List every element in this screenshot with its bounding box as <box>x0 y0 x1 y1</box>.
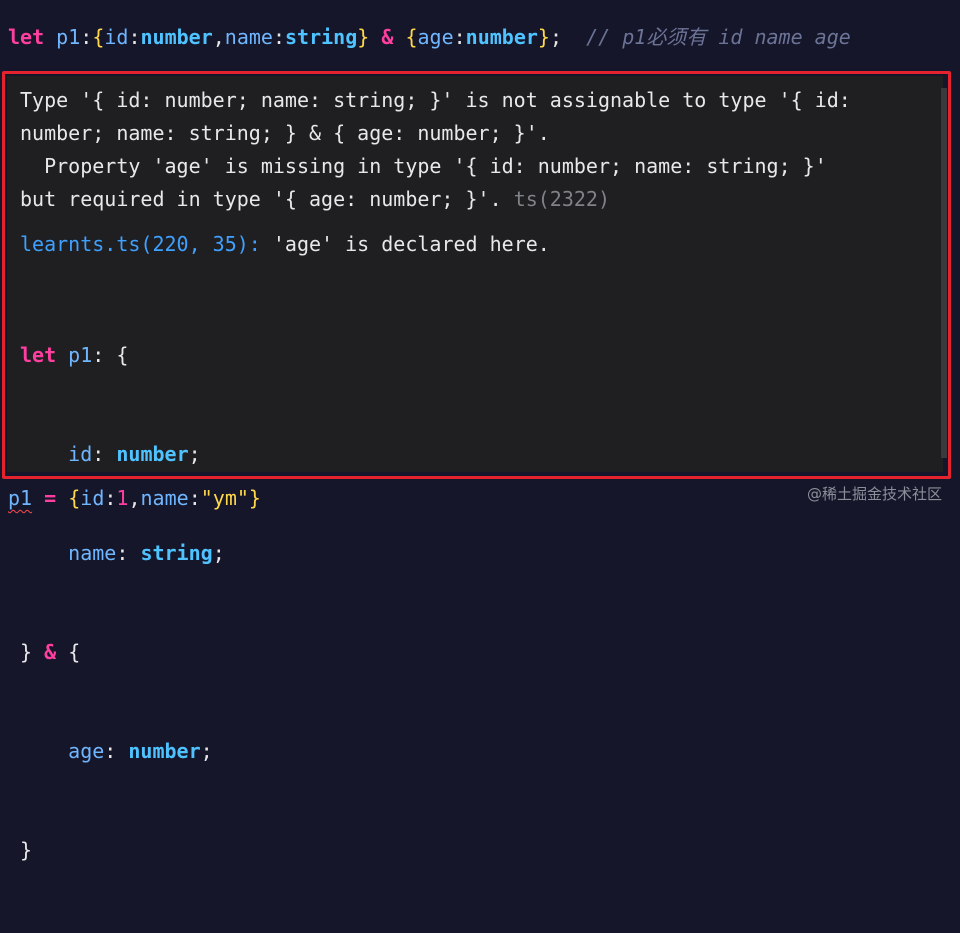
code-comment: // p1必须有 id name age <box>586 25 851 49</box>
string-literal: "ym" <box>200 486 249 510</box>
prop-age: age <box>68 739 105 763</box>
brace-open: { <box>405 25 418 49</box>
watermark: @稀土掘金技术社区 <box>806 485 942 503</box>
brace-open: { <box>68 486 81 510</box>
colon: : <box>188 486 201 510</box>
related-text: 'age' is declared here. <box>272 232 550 256</box>
signature-line: age: number; <box>20 735 931 768</box>
colon: : <box>116 541 129 565</box>
error-message-line: number; name: string; } & { age: number;… <box>20 121 550 145</box>
prop-id: id <box>104 25 129 49</box>
prop-name: name <box>224 25 273 49</box>
prop-id: id <box>68 442 93 466</box>
signature-line: } <box>20 834 931 867</box>
variable-p1[interactable]: p1 <box>56 25 80 49</box>
colon: : <box>453 25 466 49</box>
type-number: number <box>116 442 189 466</box>
code-line-declaration[interactable]: let p1:{id:number,name:string} & {age:nu… <box>8 23 851 51</box>
semicolon: ; <box>200 739 213 763</box>
related-location-link[interactable]: learnts.ts(220, 35): <box>20 232 261 256</box>
brace-close: } <box>537 25 550 49</box>
error-message-line: but required in type '{ age: number; }'.… <box>20 183 931 216</box>
signature-line: } & { <box>20 636 931 669</box>
semicolon: ; <box>549 25 563 49</box>
brace-open: { <box>92 25 105 49</box>
prop-name: name <box>68 541 117 565</box>
prop-name: name <box>140 486 189 510</box>
colon: : <box>92 343 105 367</box>
variable-p1-error[interactable]: p1 <box>8 486 32 510</box>
signature-line: name: string; <box>20 537 931 570</box>
type-signature: let p1: { id: number; name: string; } & … <box>20 273 931 933</box>
prop-age: age <box>417 25 454 49</box>
keyword-let: let <box>8 25 45 49</box>
error-message-line: Type '{ id: number; name: string; }' is … <box>20 88 851 112</box>
prop-id: id <box>80 486 105 510</box>
colon: : <box>128 25 141 49</box>
comma: , <box>212 25 225 49</box>
tooltip-scrollbar[interactable] <box>941 88 947 458</box>
signature-line: id: number; <box>20 438 931 471</box>
brace-close: } <box>20 640 33 664</box>
intersection-operator: & <box>381 25 394 49</box>
brace-close: } <box>357 25 370 49</box>
comma: , <box>128 486 141 510</box>
intersection-operator: & <box>44 640 57 664</box>
variable-p1: p1 <box>68 343 93 367</box>
error-code: ts(2322) <box>513 187 611 211</box>
error-hover-tooltip[interactable]: Type '{ id: number; name: string; }' is … <box>7 76 943 862</box>
type-number: number <box>465 25 538 49</box>
signature-line: let p1: { <box>20 339 931 372</box>
colon: : <box>80 25 93 49</box>
colon: : <box>104 486 117 510</box>
colon: : <box>104 739 117 763</box>
brace-close: } <box>248 486 261 510</box>
brace-open: { <box>116 343 129 367</box>
brace-open: { <box>68 640 81 664</box>
type-string: string <box>140 541 213 565</box>
type-string: string <box>285 25 358 49</box>
semicolon: ; <box>188 442 201 466</box>
assignment-operator: = <box>44 486 57 510</box>
type-number: number <box>128 739 201 763</box>
semicolon: ; <box>212 541 225 565</box>
code-line-assignment[interactable]: p1 = {id:1,name:"ym"} <box>8 484 261 512</box>
related-information: learnts.ts(220, 35): 'age' is declared h… <box>20 228 931 261</box>
number-literal: 1 <box>116 486 129 510</box>
colon: : <box>92 442 105 466</box>
brace-close: } <box>20 838 33 862</box>
type-number: number <box>140 25 213 49</box>
error-message-text: but required in type '{ age: number; }'. <box>20 187 502 211</box>
keyword-let: let <box>20 343 57 367</box>
colon: : <box>272 25 286 49</box>
error-message-line: Property 'age' is missing in type '{ id:… <box>20 154 827 178</box>
